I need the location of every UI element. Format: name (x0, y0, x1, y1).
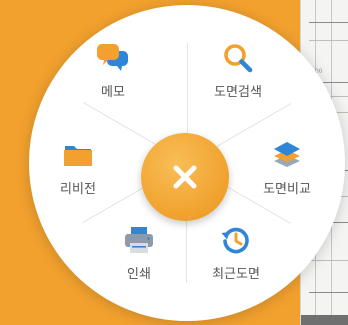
menu-item-recent-drawings[interactable]: 최근도면 (191, 223, 281, 283)
search-icon (221, 41, 255, 75)
close-menu-button[interactable] (141, 133, 229, 221)
menu-item-label: 도면비교 (263, 182, 311, 197)
folder-icon (61, 138, 95, 172)
menu-item-print[interactable]: 인쇄 (94, 223, 184, 283)
printer-icon (122, 223, 156, 257)
menu-item-drawing-compare[interactable]: 도면비교 (242, 138, 332, 198)
history-icon (219, 223, 253, 257)
layers-icon (270, 138, 304, 172)
menu-item-label: 리비전 (60, 182, 96, 197)
menu-item-label: 도면검색 (214, 85, 262, 100)
memo-icon (96, 41, 130, 75)
drawing-bottom-strip (301, 315, 348, 325)
menu-item-memo[interactable]: 메모 (68, 41, 158, 101)
close-icon (173, 165, 197, 189)
drawing-line (309, 22, 348, 23)
radial-menu: 메모 도면검색 리비전 도면비교 인쇄 최근도면 (29, 5, 345, 321)
drawing-line (309, 292, 348, 293)
drawing-line (309, 40, 348, 41)
screen: 000 000 메모 (0, 0, 348, 325)
drawing-line (309, 260, 348, 261)
menu-item-label: 인쇄 (127, 267, 151, 282)
menu-item-drawing-search[interactable]: 도면검색 (193, 41, 283, 101)
menu-item-revision[interactable]: 리비전 (33, 138, 123, 198)
menu-item-label: 최근도면 (212, 267, 260, 282)
menu-item-label: 메모 (101, 85, 125, 100)
